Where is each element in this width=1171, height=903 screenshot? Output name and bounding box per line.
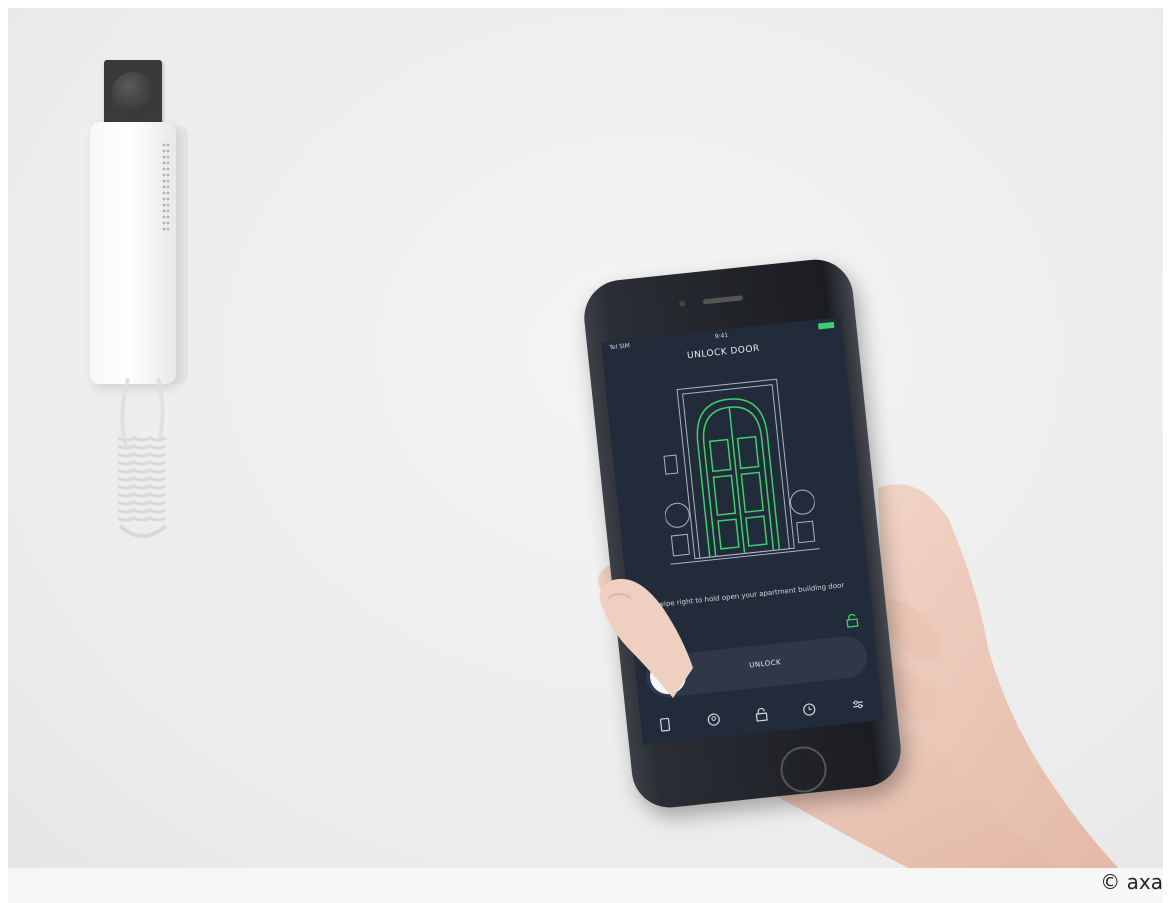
unlock-icon [846, 613, 859, 628]
earpiece [702, 295, 744, 305]
intercom-handset [90, 122, 176, 384]
unlock-label: UNLOCK [748, 658, 782, 670]
image-credit: © axa [1100, 870, 1163, 894]
door-illustration [663, 378, 820, 565]
coiled-cord [117, 378, 168, 538]
thumb [599, 578, 693, 698]
speaker-grille [162, 142, 170, 232]
home-button[interactable] [778, 744, 829, 795]
clock-tab-icon[interactable] [802, 702, 817, 717]
battery-icon [817, 321, 835, 330]
photo: Tel SIM 9:41 UNLOCK DOOR Swipe right to … [8, 8, 1163, 870]
front-camera [678, 300, 686, 307]
phone-tab-icon[interactable] [658, 717, 673, 732]
id-tab-icon[interactable] [706, 712, 721, 727]
intercom-knob [112, 72, 154, 114]
intercom-module [104, 60, 162, 126]
carrier-label: Tel SIM [609, 342, 631, 352]
settings-tab-icon[interactable] [850, 697, 865, 712]
status-time: 9:41 [714, 331, 729, 341]
lock-tab-icon[interactable] [754, 707, 769, 722]
smartphone: Tel SIM 9:41 UNLOCK DOOR Swipe right to … [540, 241, 957, 836]
caption-bar [8, 868, 1163, 903]
